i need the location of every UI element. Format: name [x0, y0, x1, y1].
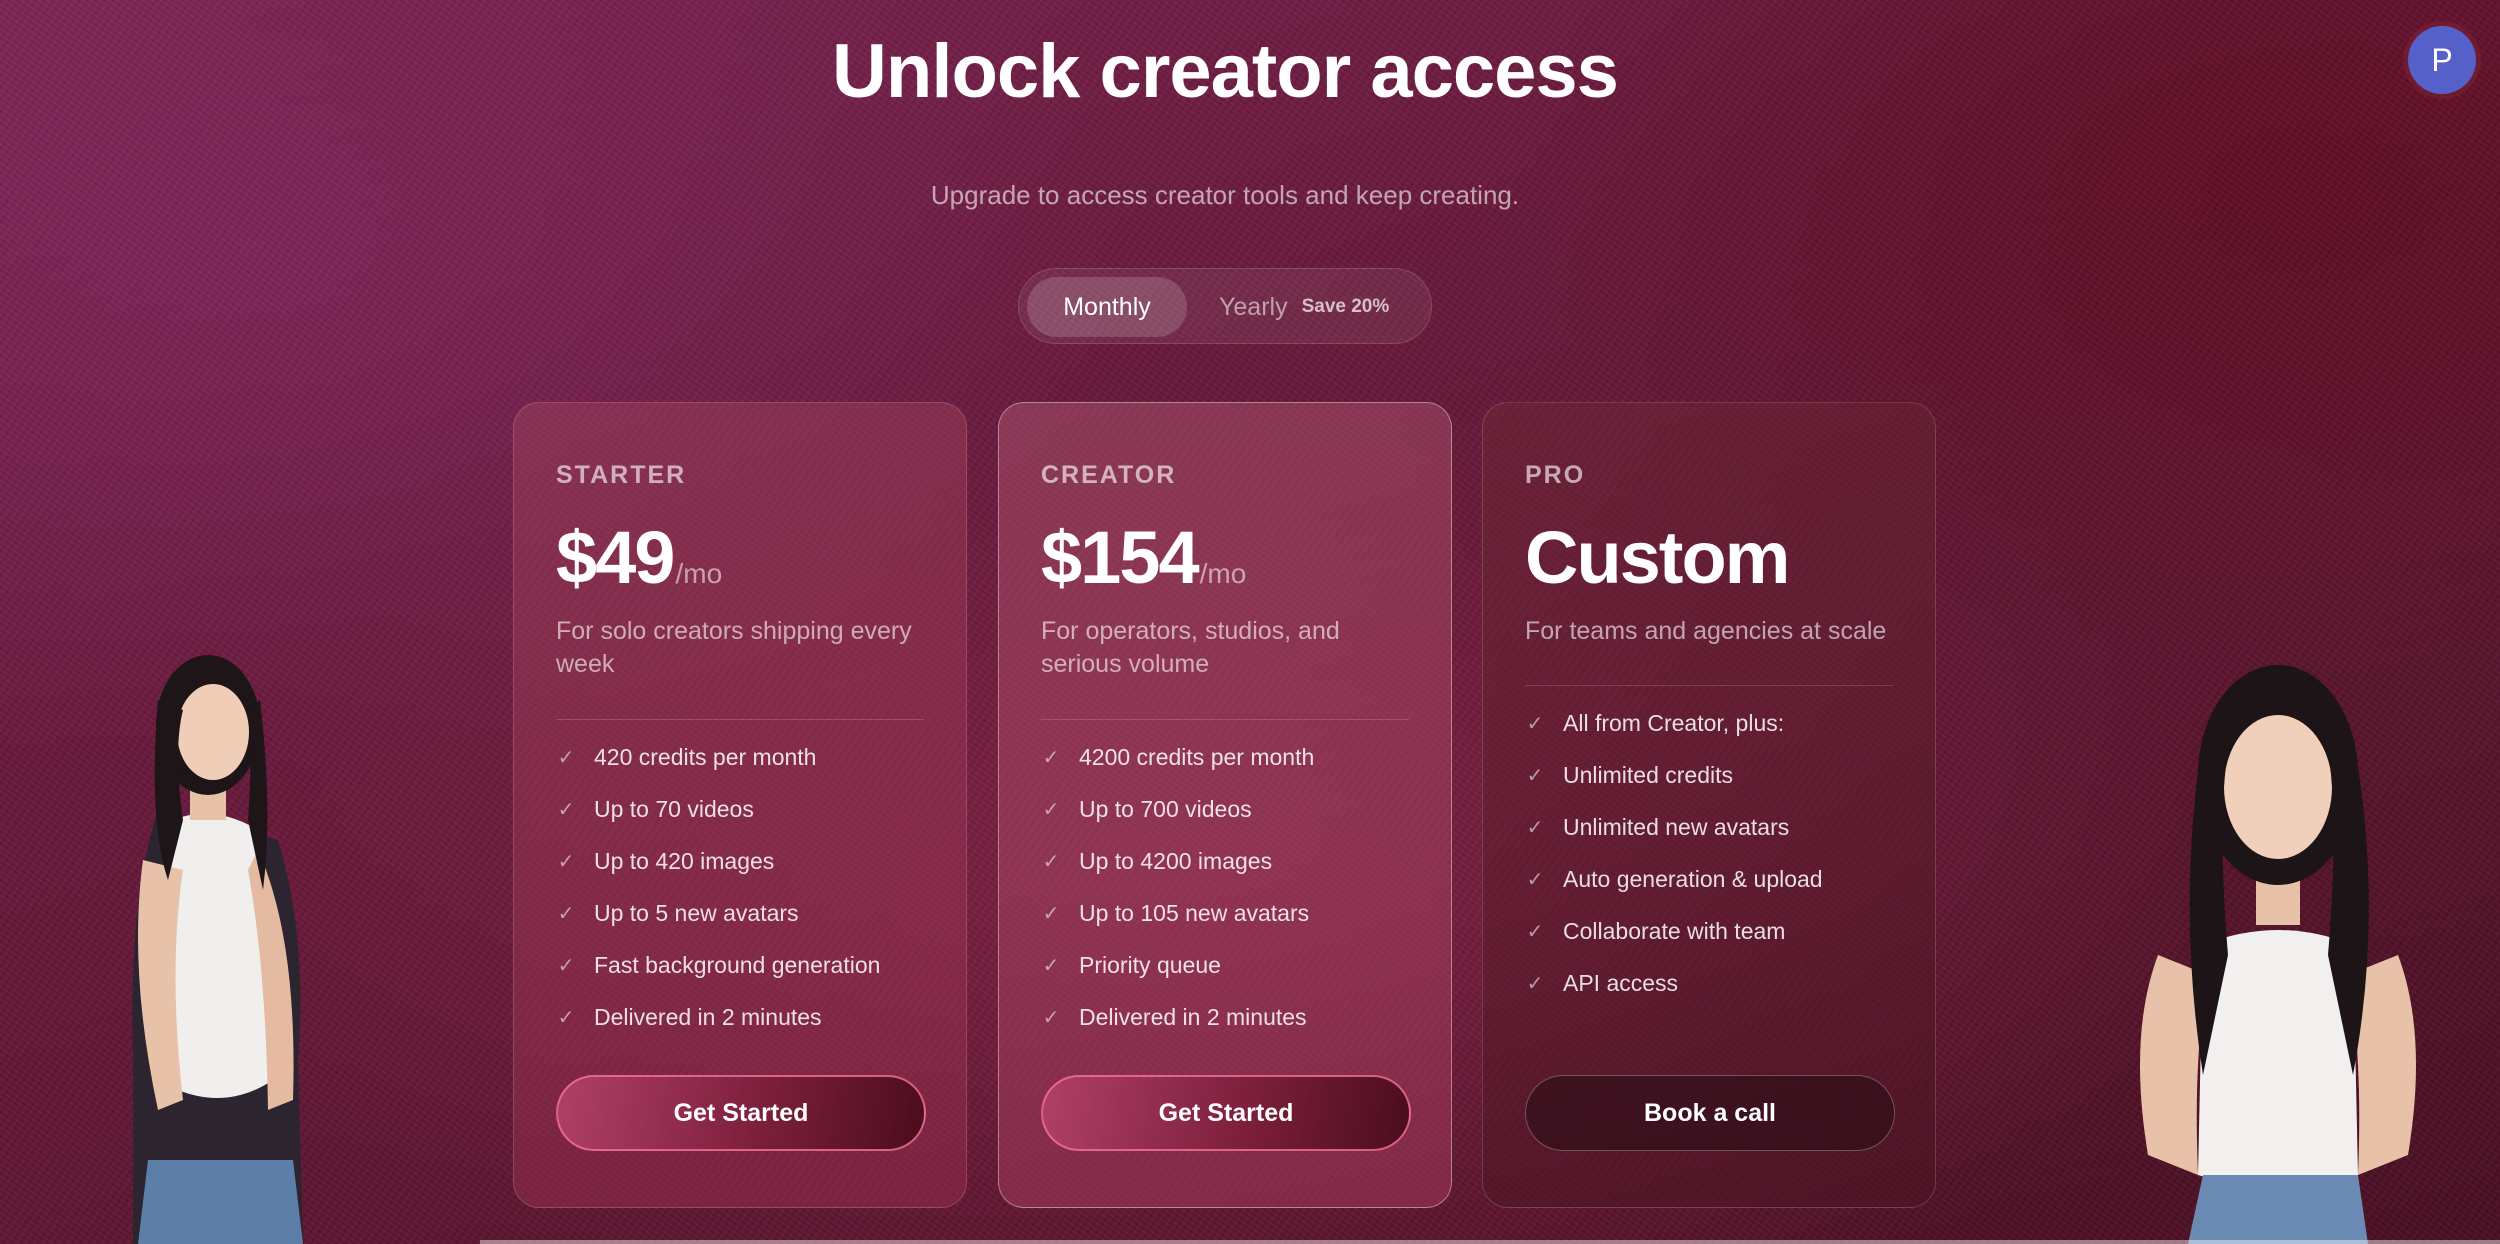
check-icon: ✓ [557, 1006, 575, 1029]
check-icon: ✓ [1526, 816, 1544, 839]
feature-text: All from Creator, plus: [1563, 709, 1785, 736]
price-period: /mo [1199, 558, 1247, 589]
check-icon: ✓ [1042, 954, 1060, 977]
check-icon: ✓ [1042, 798, 1060, 821]
feature-item: ✓ Up to 4200 images [1041, 835, 1421, 887]
check-icon: ✓ [1042, 902, 1060, 925]
feature-list: ✓ 4200 credits per month ✓ Up to 700 video… [1041, 731, 1421, 1043]
feature-item: ✓ Up to 70 videos [556, 783, 936, 835]
divider [556, 719, 924, 720]
plan-price: $49 /mo [556, 515, 722, 600]
price-amount: $154 [1041, 516, 1200, 599]
check-icon: ✓ [557, 798, 575, 821]
horizontal-scrollbar[interactable] [480, 1240, 2500, 1244]
feature-item: ✓ Priority queue [1041, 939, 1421, 991]
divider [1041, 719, 1409, 720]
feature-item: ✓ Up to 700 videos [1041, 783, 1421, 835]
get-started-button-starter[interactable]: Get Started [556, 1075, 926, 1151]
feature-item: ✓ API access [1525, 957, 1905, 1009]
feature-item: ✓ Delivered in 2 minutes [556, 991, 936, 1043]
feature-text: API access [1563, 969, 1679, 996]
plan-card-starter: STARTER $49 /mo For solo creators shippi… [513, 402, 967, 1208]
feature-list: ✓ 420 credits per month ✓ Up to 70 videos … [556, 731, 936, 1043]
divider [1525, 685, 1893, 686]
feature-text: Delivered in 2 minutes [1079, 1003, 1307, 1030]
feature-item: ✓ Up to 5 new avatars [556, 887, 936, 939]
check-icon: ✓ [1526, 972, 1544, 995]
feature-item: ✓ All from Creator, plus: [1525, 697, 1905, 749]
price-period: /mo [675, 558, 723, 589]
feature-item: ✓ Unlimited new avatars [1525, 801, 1905, 853]
page-subtitle: Upgrade to access creator tools and keep… [930, 180, 1520, 210]
monthly-toggle-option[interactable]: Monthly [1027, 277, 1187, 337]
plan-name: CREATOR [1041, 461, 1177, 489]
feature-text: Up to 4200 images [1079, 847, 1273, 874]
book-a-call-button[interactable]: Book a call [1525, 1075, 1895, 1151]
model-image-right [2108, 655, 2448, 1244]
feature-text: Delivered in 2 minutes [594, 1003, 822, 1030]
feature-text: Fast background generation [594, 951, 881, 978]
feature-item: ✓ Auto generation & upload [1525, 853, 1905, 905]
plan-price: Custom [1525, 515, 1790, 600]
plan-name: STARTER [556, 461, 687, 489]
check-icon: ✓ [1526, 764, 1544, 787]
feature-item: ✓ 420 credits per month [556, 731, 936, 783]
feature-text: 420 credits per month [594, 743, 817, 770]
plan-description: For solo creators shipping every week [556, 617, 912, 678]
check-icon: ✓ [1526, 920, 1544, 943]
feature-text: Auto generation & upload [1563, 865, 1823, 892]
check-icon: ✓ [1042, 1006, 1060, 1029]
feature-text: Unlimited new avatars [1563, 813, 1790, 840]
page-title: Unlock creator access [832, 29, 1619, 114]
feature-item: ✓ Collaborate with team [1525, 905, 1905, 957]
check-icon: ✓ [1042, 746, 1060, 769]
feature-item: ✓ Up to 105 new avatars [1041, 887, 1421, 939]
save-badge: Save 20% [1301, 296, 1390, 317]
feature-item: ✓ Fast background generation [556, 939, 936, 991]
feature-text: Collaborate with team [1563, 917, 1786, 944]
feature-item: ✓ 4200 credits per month [1041, 731, 1421, 783]
feature-text: Up to 420 images [594, 847, 775, 874]
feature-text: 4200 credits per month [1079, 743, 1315, 770]
check-icon: ✓ [1526, 868, 1544, 891]
yearly-toggle-option[interactable]: Yearly Save 20% [1219, 277, 1389, 337]
feature-item: ✓ Unlimited credits [1525, 749, 1905, 801]
billing-toggle: Monthly Yearly Save 20% [1018, 268, 1432, 344]
plan-card-creator: CREATOR $154 /mo For operators, studios,… [998, 402, 1452, 1208]
feature-text: Up to 70 videos [594, 795, 754, 822]
feature-item: ✓ Up to 420 images [556, 835, 936, 887]
feature-text: Up to 105 new avatars [1079, 899, 1310, 926]
price-amount: Custom [1525, 516, 1790, 599]
feature-item: ✓ Delivered in 2 minutes [1041, 991, 1421, 1043]
plan-price: $154 /mo [1041, 515, 1246, 600]
feature-text: Up to 5 new avatars [594, 899, 799, 926]
yearly-label: Yearly [1219, 292, 1288, 321]
plan-card-pro: PRO Custom For teams and agencies at sca… [1482, 402, 1936, 1208]
user-avatar[interactable]: P [2408, 26, 2476, 94]
check-icon: ✓ [1042, 850, 1060, 873]
check-icon: ✓ [557, 746, 575, 769]
check-icon: ✓ [557, 902, 575, 925]
plan-description: For teams and agencies at scale [1525, 617, 1887, 645]
feature-text: Priority queue [1079, 951, 1221, 978]
feature-text: Unlimited credits [1563, 761, 1733, 788]
check-icon: ✓ [557, 850, 575, 873]
feature-text: Up to 700 videos [1079, 795, 1252, 822]
model-image-left [88, 640, 328, 1244]
feature-list: ✓ All from Creator, plus: ✓ Unlimited cred… [1525, 697, 1905, 1009]
get-started-button-creator[interactable]: Get Started [1041, 1075, 1411, 1151]
price-amount: $49 [556, 516, 675, 599]
plan-description: For operators, studios, and serious volu… [1041, 617, 1340, 678]
check-icon: ✓ [557, 954, 575, 977]
plan-name: PRO [1525, 461, 1586, 489]
check-icon: ✓ [1526, 712, 1544, 735]
